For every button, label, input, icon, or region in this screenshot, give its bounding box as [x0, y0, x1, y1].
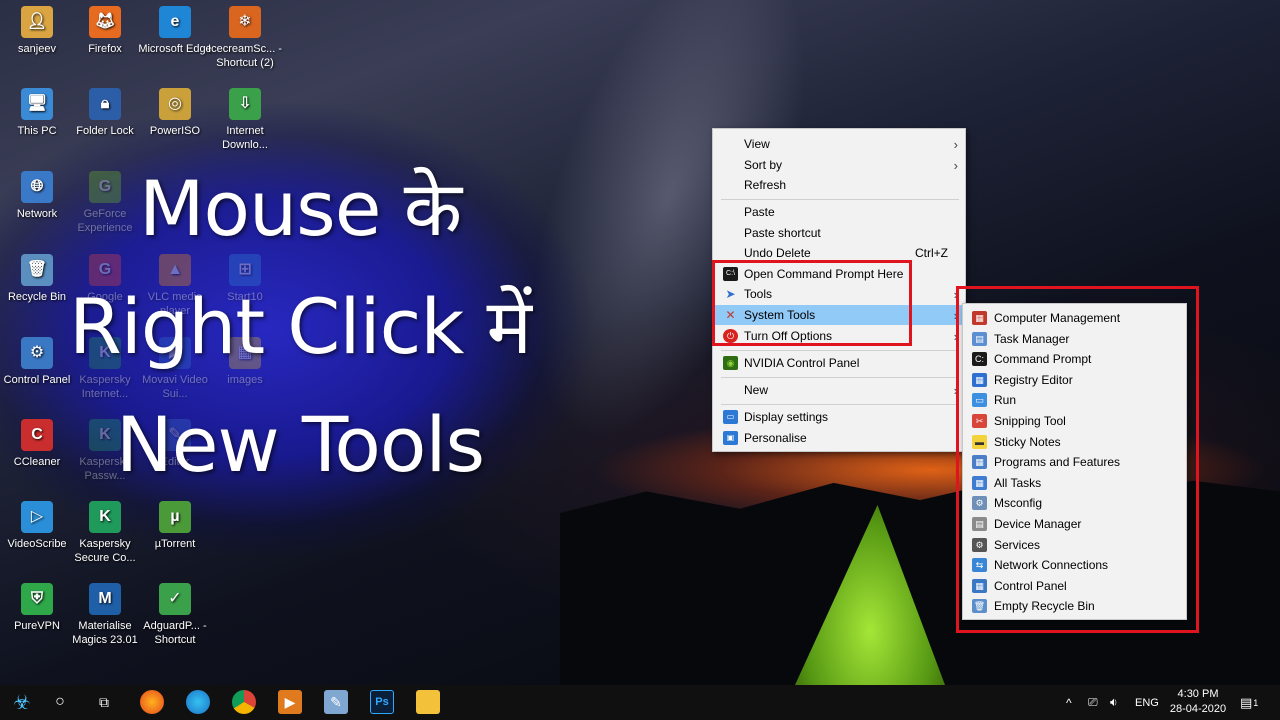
- desktop-icon-label: sanjeev: [18, 43, 56, 55]
- desktop-icon-label: Firefox: [88, 43, 122, 55]
- utorrent-icon: µ: [159, 501, 191, 533]
- idm-icon: ⇩: [229, 88, 261, 120]
- desktop-icon-label: Microsoft Edge: [138, 43, 212, 55]
- menu-item-paste-shortcut[interactable]: Paste shortcut: [713, 223, 965, 243]
- menu-item-view[interactable]: View ›: [713, 134, 965, 154]
- desktop-icon-label: Internet Downlo...: [222, 125, 268, 151]
- chevron-right-icon: ›: [953, 136, 958, 152]
- desktop-icon[interactable]: 🖥︎ This PC: [0, 88, 74, 138]
- desktop-icon[interactable]: ◎ PowerISO: [138, 88, 212, 138]
- menu-item-label: Display settings: [744, 410, 829, 424]
- desktop-icon[interactable]: ✓ AdguardP... - Shortcut: [138, 583, 212, 647]
- menu-item-sort-by[interactable]: Sort by ›: [713, 155, 965, 175]
- desktop-icon[interactable]: K Kaspersky Secure Co...: [68, 501, 142, 565]
- taskbar: ☣ ○ ⧉ ▶ ✎ Ps ^ ⎚ 🔉︎ ENG 4:30 PM 28-04-20…: [0, 685, 1280, 720]
- clock-time: 4:30 PM: [1177, 688, 1219, 700]
- menu-item-label: NVIDIA Control Panel: [744, 356, 860, 370]
- desktop-icon[interactable]: 👤︎ sanjeev: [0, 6, 74, 56]
- file-explorer-icon[interactable]: [416, 690, 440, 714]
- video-title-overlay: Mouse के Right Click में New Tools: [0, 150, 600, 504]
- menu-item-label: Paste: [744, 205, 775, 219]
- personalise-icon: ▣: [723, 431, 738, 445]
- start-button-icon[interactable]: ☣: [8, 690, 36, 714]
- menu-item-label: View: [744, 137, 770, 151]
- menu-separator: [721, 199, 959, 200]
- desktop-icon[interactable]: e Microsoft Edge: [138, 6, 212, 56]
- this-pc-icon: 🖥︎: [21, 88, 53, 120]
- desktop-icon-label: Folder Lock: [76, 125, 134, 137]
- menu-separator: [721, 350, 959, 351]
- desktop-icon[interactable]: ⛨ PureVPN: [0, 583, 74, 633]
- media-player-icon[interactable]: ▶: [278, 690, 302, 714]
- menu-item-refresh[interactable]: Refresh: [713, 175, 965, 195]
- materialise-icon: M: [89, 583, 121, 615]
- menu-item-label: Undo Delete: [744, 246, 811, 260]
- task-view-icon[interactable]: ⧉: [92, 690, 116, 714]
- desktop-icon[interactable]: 🔒︎ Folder Lock: [68, 88, 142, 138]
- firefox-icon: 🦊︎: [89, 6, 121, 38]
- desktop-icon[interactable]: ⇩ Internet Downlo...: [208, 88, 282, 152]
- highlight-box-menu-items: [712, 260, 912, 346]
- poweriso-icon: ◎: [159, 88, 191, 120]
- user-folder-icon: 👤︎: [21, 6, 53, 38]
- title-line-3: New Tools: [115, 400, 485, 489]
- menu-item-new[interactable]: New ›: [713, 380, 965, 400]
- desktop-icon-label: PureVPN: [14, 620, 60, 632]
- menu-item-personalise[interactable]: ▣ Personalise: [713, 428, 965, 448]
- desktop-icon-label: µTorrent: [154, 538, 196, 550]
- notepad-icon[interactable]: ✎: [324, 690, 348, 714]
- menu-item-label: New: [744, 383, 769, 397]
- keyboard-shortcut: Ctrl+Z: [915, 246, 948, 260]
- notification-count: 1: [1253, 697, 1259, 708]
- kaspersky-secure-icon: K: [89, 501, 121, 533]
- menu-item-label: Sort by: [744, 158, 783, 172]
- desktop-icon-label: AdguardP... - Shortcut: [143, 620, 207, 646]
- folder-lock-icon: 🔒︎: [89, 88, 121, 120]
- title-line-1: Mouse के: [138, 164, 462, 253]
- desktop-icon[interactable]: ▷ VideoScribe: [0, 501, 74, 551]
- menu-item-paste[interactable]: Paste: [713, 202, 965, 222]
- desktop-icon[interactable]: M Materialise Magics 23.01: [68, 583, 142, 647]
- clock[interactable]: 4:30 PM 28-04-2020: [1166, 687, 1230, 717]
- desktop-icon-label: Materialise Magics 23.01: [72, 620, 138, 646]
- volume-icon[interactable]: 🔉︎: [1110, 685, 1118, 720]
- menu-item-display-settings[interactable]: ▭ Display settings: [713, 407, 965, 427]
- adguard-icon: ✓: [159, 583, 191, 615]
- desktop-icon-label: This PC: [17, 125, 57, 137]
- title-line-2: Right Click में: [69, 282, 532, 371]
- chrome-icon[interactable]: [232, 690, 256, 714]
- notification-icon[interactable]: ▤ 1: [1240, 685, 1258, 720]
- edge-icon: e: [159, 6, 191, 38]
- desktop-icon[interactable]: 🦊︎ Firefox: [68, 6, 142, 56]
- videoscribe-icon: ▷: [21, 501, 53, 533]
- menu-item-label: Refresh: [744, 178, 787, 192]
- display-icon: ▭: [723, 410, 738, 424]
- highlight-box-submenu: [956, 286, 1199, 633]
- firefox-icon[interactable]: [140, 690, 164, 714]
- network-icon[interactable]: ⎚: [1088, 685, 1098, 720]
- icecream-icon: ❄: [229, 6, 261, 38]
- menu-item-label: Personalise: [744, 431, 807, 445]
- edge-icon[interactable]: [186, 690, 210, 714]
- photoshop-icon[interactable]: Ps: [370, 690, 394, 714]
- language-indicator[interactable]: ENG: [1135, 685, 1159, 720]
- chevron-up-icon[interactable]: ^: [1066, 685, 1072, 720]
- nvidia-icon: ◉: [723, 356, 738, 370]
- menu-item-nvidia-control-panel[interactable]: ◉ NVIDIA Control Panel: [713, 353, 965, 373]
- desktop-icon-label: Kaspersky Secure Co...: [74, 538, 136, 564]
- desktop-icon[interactable]: µ µTorrent: [138, 501, 212, 551]
- clock-date: 28-04-2020: [1169, 703, 1227, 715]
- menu-separator: [721, 404, 959, 405]
- chevron-right-icon: ›: [953, 157, 958, 173]
- desktop-icon-label: VideoScribe: [7, 538, 67, 550]
- menu-separator: [721, 377, 959, 378]
- desktop-icon[interactable]: ❄ IcecreamSc... - Shortcut (2): [208, 6, 282, 70]
- menu-item-label: Paste shortcut: [744, 226, 821, 240]
- desktop-icon-label: PowerISO: [149, 125, 201, 137]
- search-circle-icon[interactable]: ○: [48, 690, 72, 714]
- desktop-icon-label: IcecreamSc... - Shortcut (2): [208, 43, 282, 69]
- purevpn-icon: ⛨: [21, 583, 53, 615]
